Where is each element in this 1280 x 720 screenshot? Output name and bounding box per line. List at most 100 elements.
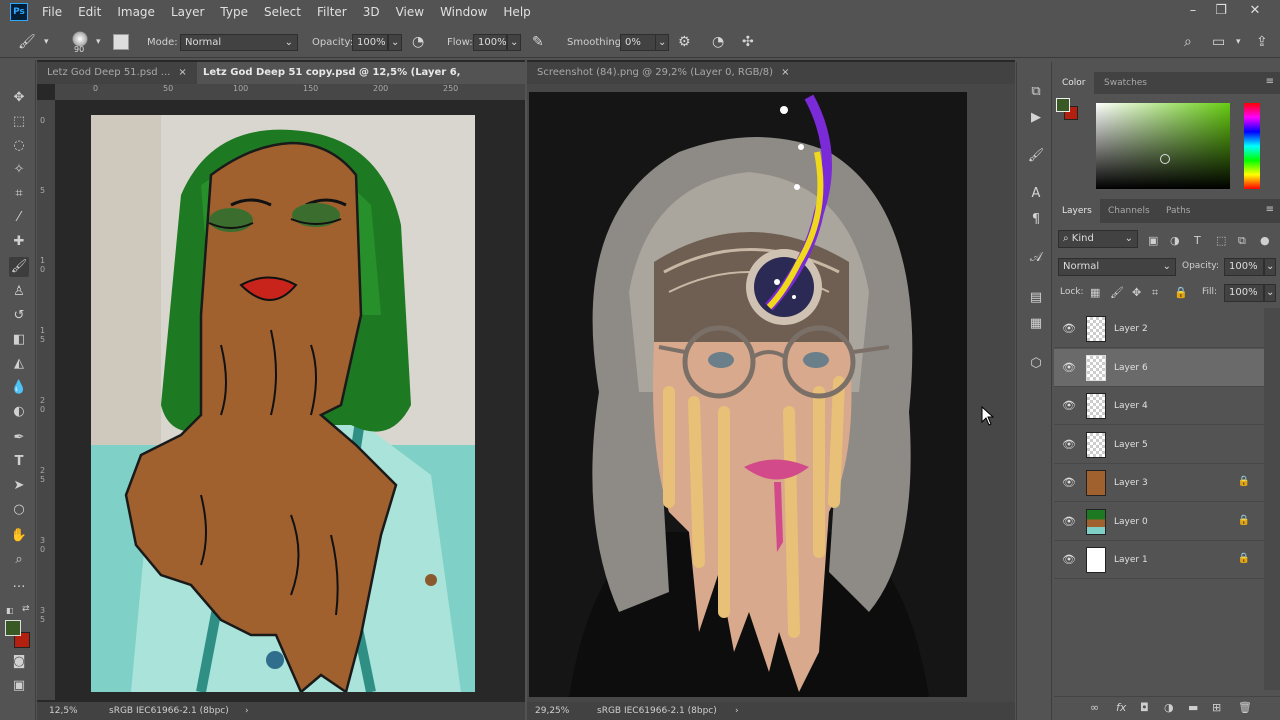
trash-icon[interactable]: 🗑 [1238, 701, 1252, 714]
layer-name[interactable]: Layer 3 [1114, 476, 1148, 490]
brush-tool-icon[interactable]: 🖌 [9, 257, 29, 277]
share-icon[interactable]: ⇪ [1256, 34, 1268, 51]
chevron-down-icon[interactable]: ▾ [96, 34, 101, 51]
layer-filter-select[interactable]: ⌕ Kind ⌄ [1058, 230, 1138, 248]
search-icon[interactable]: ⌕ [1184, 34, 1192, 51]
chevron-right-icon[interactable]: › [245, 702, 249, 720]
filter-pixel-icon[interactable]: ▣ [1148, 234, 1158, 247]
tab-paths[interactable]: Paths [1158, 199, 1198, 221]
layer-row[interactable]: 👁 Layer 1 🔒 [1054, 541, 1264, 579]
right-canvas-viewport[interactable] [527, 84, 1015, 702]
hand-tool-icon[interactable]: ✋ [9, 526, 29, 546]
filter-shape-icon[interactable]: ⬚ [1216, 234, 1226, 247]
zoom-level[interactable]: 12,5% [49, 702, 78, 720]
visibility-eye-icon[interactable]: 👁 [1062, 476, 1076, 490]
adjustment-layer-icon[interactable]: ◑ [1164, 701, 1174, 714]
tab-screenshot-84[interactable]: Screenshot (84).png @ 29,2% (Layer 0, RG… [531, 62, 796, 84]
menu-file[interactable]: File [34, 0, 70, 24]
menu-select[interactable]: Select [256, 0, 309, 24]
color-picker-marker[interactable] [1160, 154, 1170, 164]
flow-dropdown[interactable]: ⌄ [507, 34, 521, 51]
layer-name[interactable]: Layer 6 [1114, 361, 1148, 375]
fill-input[interactable]: 100% [1224, 284, 1264, 302]
stamp-tool-icon[interactable]: ♙ [9, 282, 29, 302]
dodge-tool-icon[interactable]: ◐ [9, 402, 29, 422]
menu-help[interactable]: Help [495, 0, 538, 24]
chevron-right-icon[interactable]: › [735, 702, 739, 720]
quick-mask-icon[interactable]: ◙ [9, 652, 29, 672]
layer-name[interactable]: Layer 4 [1114, 399, 1148, 413]
smoothing-input[interactable]: 0% [620, 34, 656, 51]
pressure-opacity-icon[interactable]: ◔ [412, 34, 424, 51]
opacity-input[interactable]: 100% [352, 34, 388, 51]
layer-thumbnail[interactable] [1086, 431, 1106, 458]
marquee-tool-icon[interactable]: ⬚ [9, 112, 29, 132]
filter-toggle-icon[interactable]: ● [1260, 234, 1270, 247]
layer-row[interactable]: 👁 Layer 6 [1054, 348, 1264, 387]
menu-layer[interactable]: Layer [163, 0, 212, 24]
visibility-eye-icon[interactable]: 👁 [1062, 361, 1076, 375]
eyedropper-tool-icon[interactable]: ⁄ [9, 208, 29, 228]
smoothing-dropdown[interactable]: ⌄ [655, 34, 669, 51]
zoom-tool-icon[interactable]: ⌕ [9, 550, 29, 570]
brush-tool-icon[interactable]: 🖌 [18, 34, 36, 51]
visibility-eye-icon[interactable]: 👁 [1062, 438, 1076, 452]
symmetry-icon[interactable]: ✣ [742, 34, 754, 51]
menu-image[interactable]: Image [109, 0, 163, 24]
tab-layers[interactable]: Layers [1054, 199, 1100, 223]
layer-opacity-input[interactable]: 100% [1224, 258, 1264, 276]
filter-adjustment-icon[interactable]: ◑ [1170, 234, 1180, 247]
history-icon[interactable]: ⧉ [1026, 82, 1046, 102]
layer-row[interactable]: 👁 Layer 3 🔒 [1054, 464, 1264, 502]
blend-mode-select[interactable]: Normal ⌄ [1058, 258, 1176, 276]
layer-thumbnail[interactable] [1086, 547, 1106, 573]
layer-name[interactable]: Layer 0 [1114, 515, 1148, 529]
layer-thumbnail[interactable] [1086, 393, 1106, 419]
zoom-level[interactable]: 29,25% [535, 702, 569, 720]
notes-icon[interactable]: ▦ [1026, 314, 1046, 334]
chevron-down-icon[interactable]: ▾ [1236, 34, 1241, 51]
visibility-eye-icon[interactable]: 👁 [1062, 322, 1076, 336]
panel-menu-icon[interactable]: ≡ [1266, 76, 1274, 87]
tab-letz-god-deep-51-copy[interactable]: Letz God Deep 51 copy.psd @ 12,5% (Layer… [197, 62, 525, 100]
swap-colors-icon[interactable]: ⇄ [22, 604, 30, 614]
move-tool-icon[interactable]: ✥ [9, 88, 29, 108]
gear-icon[interactable]: ⚙ [678, 34, 691, 51]
menu-window[interactable]: Window [432, 0, 495, 24]
visibility-eye-icon[interactable]: 👁 [1062, 515, 1076, 529]
minimize-button[interactable]: – [1178, 0, 1208, 24]
menu-edit[interactable]: Edit [70, 0, 109, 24]
layer-thumbnail[interactable] [1086, 508, 1106, 535]
layer-thumbnail[interactable] [1086, 470, 1106, 496]
properties-icon[interactable]: ▤ [1026, 288, 1046, 308]
tab-channels[interactable]: Channels [1100, 199, 1158, 221]
lock-transparent-icon[interactable]: ▦ [1090, 286, 1100, 299]
crop-tool-icon[interactable]: ⌗ [9, 184, 29, 204]
shape-tool-icon[interactable]: ○ [9, 500, 29, 520]
lock-image-icon[interactable]: 🖌 [1110, 286, 1124, 299]
type-tool-icon[interactable]: T [9, 452, 29, 472]
menu-filter[interactable]: Filter [309, 0, 355, 24]
airbrush-icon[interactable]: ✎ [532, 34, 544, 51]
paint-bucket-tool-icon[interactable]: ◭ [9, 354, 29, 374]
lasso-tool-icon[interactable]: ◌ [9, 136, 29, 156]
path-select-tool-icon[interactable]: ➤ [9, 476, 29, 496]
menu-3d[interactable]: 3D [355, 0, 388, 24]
color-foreground-swatch[interactable] [1056, 98, 1070, 112]
layer-row[interactable]: 👁 Layer 2 [1054, 310, 1264, 348]
tab-color[interactable]: Color [1054, 72, 1094, 94]
color-picker-field[interactable] [1096, 103, 1230, 189]
brush-settings-icon[interactable]: 🖌 [1026, 146, 1046, 166]
history-brush-tool-icon[interactable]: ↺ [9, 306, 29, 326]
actions-icon[interactable]: ▶ [1026, 108, 1046, 128]
pressure-size-icon[interactable]: ◔ [712, 34, 724, 51]
layer-thumbnail[interactable] [1086, 354, 1106, 381]
pen-tool-icon[interactable]: ✒ [9, 428, 29, 448]
panel-menu-icon[interactable]: ≡ [1266, 204, 1274, 215]
mode-select[interactable]: Normal ⌄ [180, 34, 298, 51]
tab-letz-god-deep-51[interactable]: Letz God Deep 51.psd ... × [41, 62, 193, 84]
layer-row[interactable]: 👁 Layer 5 [1054, 426, 1264, 464]
layer-thumbnail[interactable] [1086, 316, 1106, 342]
3d-icon[interactable]: ⬡ [1026, 354, 1046, 374]
paragraph-icon[interactable]: ¶ [1026, 210, 1046, 230]
